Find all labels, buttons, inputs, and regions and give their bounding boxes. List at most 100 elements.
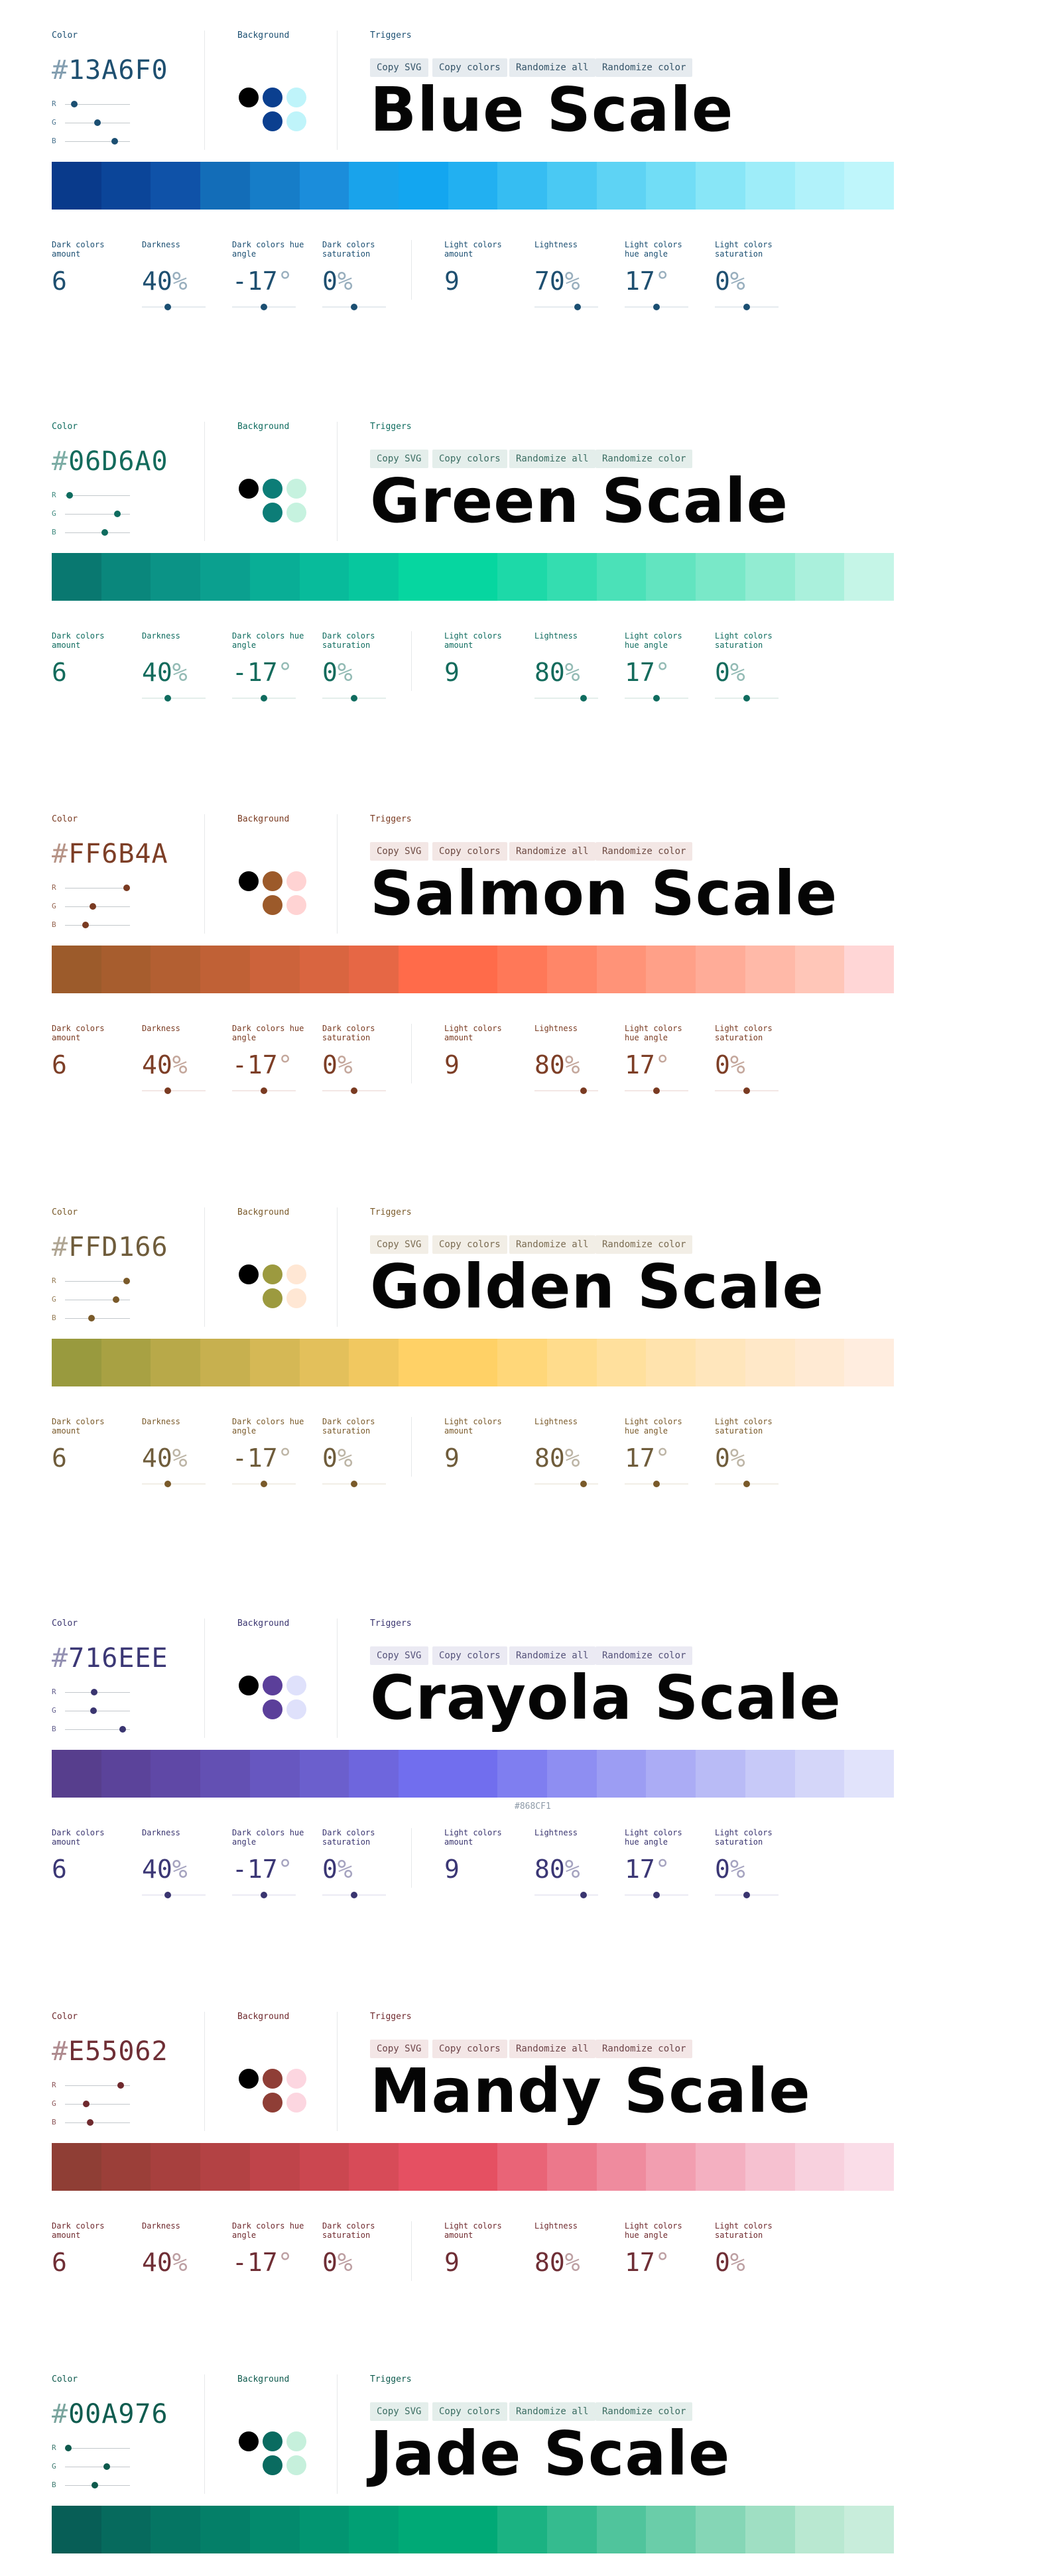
- slider-knob[interactable]: [743, 695, 750, 702]
- background-swatch[interactable]: [286, 1699, 306, 1719]
- background-swatch[interactable]: [263, 479, 282, 499]
- rgb-slider-b[interactable]: B: [52, 2118, 131, 2127]
- rgb-slider-r[interactable]: R: [52, 2081, 131, 2090]
- color-swatch[interactable]: [101, 1750, 151, 1798]
- slider-knob[interactable]: [87, 2119, 94, 2126]
- slider-knob[interactable]: [351, 1087, 357, 1094]
- param-control[interactable]: Light colors hue angle 17°: [625, 240, 698, 310]
- slider-knob[interactable]: [90, 1689, 97, 1695]
- param-control[interactable]: Darkness 40%: [142, 2221, 215, 2277]
- slider-knob[interactable]: [261, 304, 267, 310]
- slider-knob[interactable]: [743, 1481, 750, 1487]
- color-swatch[interactable]: [844, 2143, 894, 2191]
- param-control[interactable]: Dark colors hue angle -17°: [232, 2221, 305, 2277]
- color-swatch[interactable]: [101, 946, 151, 993]
- color-swatch[interactable]: [596, 946, 647, 993]
- color-swatch[interactable]: [299, 2143, 349, 2191]
- color-swatch[interactable]: [200, 1750, 250, 1798]
- slider-knob[interactable]: [164, 1892, 172, 1898]
- color-swatch[interactable]: [151, 2143, 201, 2191]
- color-swatch[interactable]: [151, 1750, 201, 1798]
- background-swatch[interactable]: [286, 1288, 306, 1308]
- param-slider[interactable]: [232, 1892, 296, 1898]
- color-swatch[interactable]: [349, 2143, 399, 2191]
- color-swatch[interactable]: [794, 946, 845, 993]
- param-slider[interactable]: [142, 1481, 206, 1487]
- color-swatch[interactable]: [844, 2506, 894, 2553]
- slider-knob[interactable]: [261, 1481, 267, 1487]
- param-control[interactable]: Darkness 40%: [142, 240, 215, 310]
- background-swatch[interactable]: [286, 2069, 306, 2089]
- color-swatch[interactable]: [101, 2506, 151, 2553]
- param-slider[interactable]: [715, 1087, 779, 1094]
- param-control[interactable]: Light colors hue angle 17°: [625, 631, 698, 702]
- slider-knob[interactable]: [92, 2482, 99, 2488]
- background-swatch[interactable]: [263, 2455, 282, 2475]
- param-slider[interactable]: [715, 304, 779, 310]
- color-swatch[interactable]: [299, 162, 349, 210]
- param-control[interactable]: Dark colors hue angle -17°: [232, 1417, 305, 1487]
- background-swatch[interactable]: [263, 503, 282, 522]
- param-control[interactable]: Light colors amount 9: [444, 1024, 517, 1079]
- color-swatch[interactable]: [547, 1750, 597, 1798]
- color-swatch[interactable]: [151, 162, 201, 210]
- param-control[interactable]: Light colors saturation 0%: [715, 1417, 788, 1487]
- background-swatch[interactable]: [263, 2093, 282, 2113]
- color-swatch[interactable]: [398, 162, 448, 210]
- param-control[interactable]: Dark colors hue angle -17°: [232, 631, 305, 702]
- param-control[interactable]: Light colors saturation 0%: [715, 1024, 788, 1094]
- background-swatch[interactable]: [263, 871, 282, 891]
- color-swatch[interactable]: [696, 553, 745, 601]
- slider-knob[interactable]: [117, 2082, 125, 2089]
- param-control[interactable]: Dark colors hue angle -17°: [232, 1024, 305, 1094]
- color-swatch[interactable]: [745, 553, 795, 601]
- param-slider[interactable]: [142, 695, 206, 702]
- param-slider[interactable]: [625, 304, 688, 310]
- rgb-slider-r[interactable]: R: [52, 99, 131, 109]
- color-swatch[interactable]: [52, 1339, 101, 1386]
- color-swatch[interactable]: [646, 162, 696, 210]
- background-swatch[interactable]: [286, 895, 306, 915]
- color-swatch[interactable]: [349, 1339, 399, 1386]
- color-swatch[interactable]: [448, 162, 498, 210]
- param-control[interactable]: Light colors amount 9: [444, 631, 517, 687]
- color-swatch[interactable]: [200, 162, 250, 210]
- slider-knob[interactable]: [66, 492, 73, 499]
- color-swatch[interactable]: [596, 1339, 647, 1386]
- background-swatch[interactable]: [263, 1676, 282, 1695]
- param-slider[interactable]: [232, 695, 296, 702]
- background-swatch[interactable]: [239, 1676, 259, 1695]
- color-swatch[interactable]: [349, 1750, 399, 1798]
- color-swatch[interactable]: [299, 553, 349, 601]
- color-swatch[interactable]: [249, 2143, 300, 2191]
- slider-knob[interactable]: [653, 1481, 660, 1487]
- param-slider[interactable]: [625, 1481, 688, 1487]
- param-control[interactable]: Dark colors amount 6: [52, 1417, 125, 1473]
- color-swatch[interactable]: [497, 553, 548, 601]
- color-swatch[interactable]: [745, 2143, 795, 2191]
- color-swatch[interactable]: [398, 1339, 448, 1386]
- slider-knob[interactable]: [351, 304, 357, 310]
- color-swatch[interactable]: [448, 2506, 498, 2553]
- param-slider[interactable]: [232, 304, 296, 310]
- slider-knob[interactable]: [88, 1315, 95, 1321]
- color-swatch[interactable]: [696, 1750, 745, 1798]
- param-control[interactable]: Darkness 40%: [142, 631, 215, 702]
- param-slider[interactable]: [715, 1892, 779, 1898]
- param-control[interactable]: Light colors saturation 0%: [715, 1828, 788, 1898]
- param-control[interactable]: Dark colors amount 6: [52, 2221, 125, 2277]
- color-swatch[interactable]: [844, 162, 894, 210]
- param-slider[interactable]: [142, 1892, 206, 1898]
- hex-value[interactable]: #716EEE: [52, 1644, 168, 1673]
- color-swatch[interactable]: [696, 162, 745, 210]
- color-swatch[interactable]: [794, 162, 845, 210]
- color-swatch[interactable]: [349, 162, 399, 210]
- param-control[interactable]: Lightness 80%: [534, 631, 607, 702]
- color-swatch[interactable]: [52, 1750, 101, 1798]
- rgb-slider-g[interactable]: G: [52, 902, 131, 911]
- slider-knob[interactable]: [90, 1707, 97, 1714]
- rgb-slider-r[interactable]: R: [52, 1687, 131, 1697]
- hex-value[interactable]: #FFD166: [52, 1233, 168, 1262]
- background-swatch[interactable]: [286, 88, 306, 107]
- color-swatch[interactable]: [349, 946, 399, 993]
